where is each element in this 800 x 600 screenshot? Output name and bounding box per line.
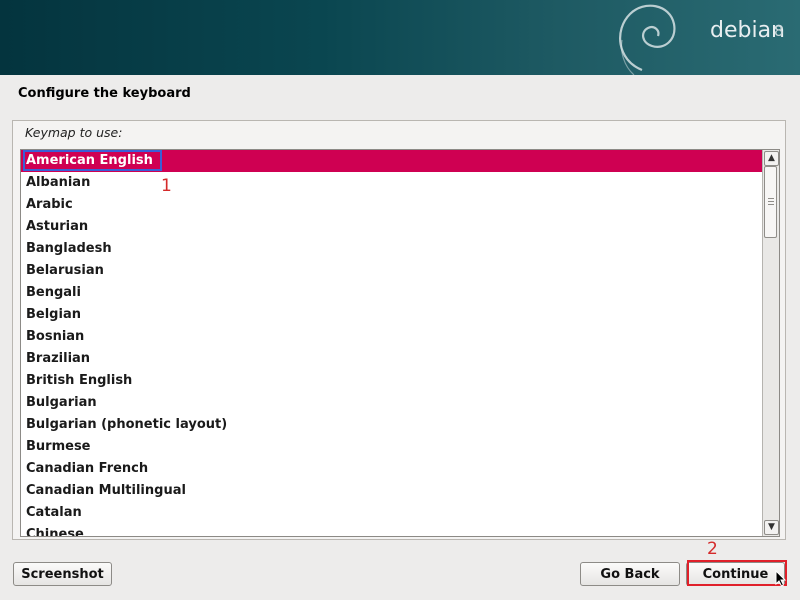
list-item-label: Albanian <box>26 175 91 190</box>
scroll-up-arrow-icon[interactable]: ▲ <box>764 151 779 166</box>
list-item[interactable]: Brazilian <box>21 348 763 370</box>
list-item-label: Catalan <box>26 505 82 520</box>
debian-swirl-icon <box>619 4 676 75</box>
list-item-selected[interactable]: American English <box>21 150 763 172</box>
list-item-label: British English <box>26 373 133 388</box>
annotation-highlight-box <box>687 560 787 586</box>
list-item[interactable]: Asturian <box>21 216 763 238</box>
list-item-label: Belarusian <box>26 263 104 278</box>
list-item[interactable]: Canadian Multilingual <box>21 480 763 502</box>
debian-version: 8 <box>774 22 784 40</box>
list-item-label: Bengali <box>26 285 81 300</box>
scrollbar-thumb[interactable] <box>764 166 777 238</box>
list-item[interactable]: Bengali <box>21 282 763 304</box>
go-back-button[interactable]: Go Back <box>580 562 680 586</box>
list-item-label: Canadian French <box>26 461 149 476</box>
list-item-label: Asturian <box>26 219 89 234</box>
list-item[interactable]: Canadian French <box>21 458 763 480</box>
list-item-label: Bulgarian (phonetic layout) <box>26 417 228 432</box>
keymap-listbox[interactable]: American English Albanian Arabic Asturian Ba… <box>20 149 780 537</box>
list-item-label: Bulgarian <box>26 395 97 410</box>
screenshot-button[interactable]: Screenshot <box>13 562 112 586</box>
list-item[interactable]: Arabic <box>21 194 763 216</box>
scroll-down-arrow-icon[interactable]: ▼ <box>764 520 779 535</box>
list-item[interactable]: Catalan <box>21 502 763 524</box>
list-item-label: American English <box>23 150 162 171</box>
page-title: Configure the keyboard <box>18 86 191 101</box>
list-item-label: Chinese <box>26 527 84 537</box>
list-item[interactable]: Bulgarian <box>21 392 763 414</box>
list-item-label: Bangladesh <box>26 241 112 256</box>
keymap-panel: Keymap to use: American English Albanian A… <box>12 120 786 540</box>
list-item[interactable]: Burmese <box>21 436 763 458</box>
list-item[interactable]: Bosnian <box>21 326 763 348</box>
annotation-marker-1: 1 <box>161 176 172 196</box>
list-item[interactable]: Belgian <box>21 304 763 326</box>
list-item-label: Burmese <box>26 439 91 454</box>
list-item-label: Belgian <box>26 307 81 322</box>
list-item[interactable]: British English <box>21 370 763 392</box>
list-item-label: Canadian Multilingual <box>26 483 186 498</box>
list-item-label: Arabic <box>26 197 73 212</box>
list-item[interactable]: Chinese <box>21 524 763 537</box>
list-item[interactable]: Bangladesh <box>21 238 763 260</box>
mouse-pointer-icon <box>775 570 787 587</box>
list-item-label: Brazilian <box>26 351 91 366</box>
list-item[interactable]: Belarusian <box>21 260 763 282</box>
keymap-list: American English Albanian Arabic Asturian Ba… <box>21 150 763 537</box>
annotation-marker-2: 2 <box>707 539 718 559</box>
list-item[interactable]: Albanian <box>21 172 763 194</box>
scrollbar[interactable]: ▲ ▼ <box>762 150 779 536</box>
debian-banner: debian 8 <box>0 0 800 75</box>
keymap-label: Keymap to use: <box>25 125 123 140</box>
list-item-label: Bosnian <box>26 329 85 344</box>
list-item[interactable]: Bulgarian (phonetic layout) <box>21 414 763 436</box>
